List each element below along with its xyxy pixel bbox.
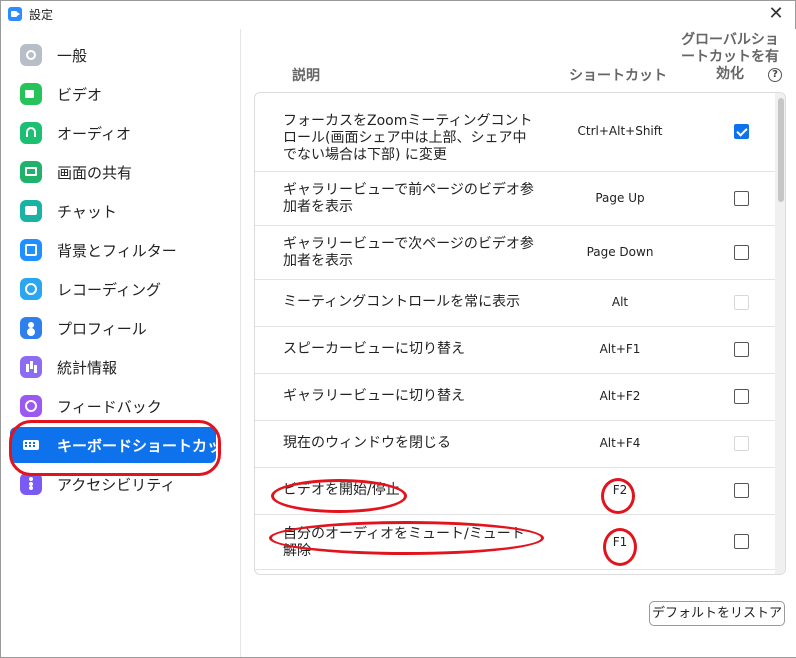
sidebar-item-chat[interactable]: チャット [10, 193, 216, 229]
shortcut-keys: Alt+F1 [599, 342, 641, 356]
profile-icon [20, 317, 42, 339]
global-checkbox [734, 295, 749, 310]
shortcut-keys: Ctrl+Alt+Shift [577, 124, 663, 138]
sidebar-item-accessibility[interactable]: アクセシビリティ [10, 466, 216, 502]
shortcut-description: 現在のウィンドウを閉じる [283, 435, 451, 451]
table-row: 現在のウィンドウを閉じる Alt+F4 [255, 421, 775, 468]
sidebar-item-label: キーボードショートカット [57, 436, 238, 455]
global-checkbox[interactable] [734, 534, 749, 549]
shortcut-keys: Page Down [586, 245, 654, 259]
column-header-enable-global: グローバルショートカットを有効化 [681, 32, 779, 82]
shortcut-description: ギャラリービューで次ページのビデオ参加者を表示 [283, 236, 534, 269]
global-checkbox[interactable] [734, 389, 749, 404]
shortcut-keys: Alt+F4 [599, 436, 641, 450]
sidebar-item-keyboard-shortcuts[interactable]: キーボードショートカット [10, 427, 237, 463]
table-scrollbar[interactable] [775, 93, 785, 574]
feedback-icon [20, 395, 42, 417]
table-row: ミーティングコントロールを常に表示 Alt [255, 280, 775, 327]
shortcut-keys: F1 [612, 535, 628, 549]
shortcut-keys: Page Up [595, 191, 645, 205]
sidebar-item-label: チャット [57, 202, 117, 221]
window-title: 設定 [29, 8, 54, 22]
shortcut-description: ビデオを開始/停止 [283, 482, 400, 498]
settings-window: 設定 ✕ 一般 ビデオ オーディオ 画面の共有 チャット 背景とフィルター レコ… [0, 0, 796, 658]
chat-icon [20, 200, 42, 222]
title-bar: 設定 ✕ [1, 1, 795, 28]
sidebar-item-feedback[interactable]: フィードバック [10, 388, 216, 424]
global-checkbox[interactable] [734, 191, 749, 206]
table-row: フォーカスをZoomミーティングコントロール(画面シェア中は上部、シェア中でない… [255, 93, 775, 172]
headphones-icon [20, 122, 42, 144]
zoom-app-icon [8, 7, 22, 21]
column-header-description: 説明 [292, 68, 320, 84]
sidebar-item-general[interactable]: 一般 [10, 37, 216, 73]
shortcuts-panel: 説明 ショートカット グローバルショートカットを有効化 ? フォーカスをZoom… [242, 29, 796, 657]
sidebar-item-label: 画面の共有 [57, 163, 133, 182]
gear-icon [20, 44, 42, 66]
keyboard-icon [20, 434, 42, 456]
table-row: 自分のオーディオをミュート/ミュート解除 F1 [255, 515, 775, 570]
close-button[interactable]: ✕ [765, 3, 787, 25]
scrollbar-thumb[interactable] [778, 98, 784, 202]
sidebar-item-share-screen[interactable]: 画面の共有 [10, 154, 216, 190]
global-checkbox [734, 436, 749, 451]
sidebar-item-profile[interactable]: プロフィール [10, 310, 216, 346]
record-icon [20, 278, 42, 300]
sidebar-item-label: 統計情報 [57, 358, 118, 377]
shortcut-keys: Alt+F2 [599, 389, 641, 403]
shortcut-description: 自分のオーディオをミュート/ミュート解除 [283, 526, 525, 559]
sidebar-item-label: 背景とフィルター [57, 241, 177, 260]
table-row: スピーカービューに切り替え Alt+F1 [255, 327, 775, 374]
global-checkbox[interactable] [734, 245, 749, 260]
sidebar-item-label: ビデオ [57, 85, 103, 104]
column-header-shortcut: ショートカット [569, 68, 667, 84]
accessibility-icon [20, 473, 42, 495]
sidebar-item-audio[interactable]: オーディオ [10, 115, 216, 151]
settings-sidebar: 一般 ビデオ オーディオ 画面の共有 チャット 背景とフィルター レコーディング [2, 29, 241, 657]
shortcut-description: ミーティングコントロールを常に表示 [283, 294, 521, 310]
sidebar-item-label: レコーディング [57, 280, 161, 299]
video-icon [20, 83, 42, 105]
shortcut-keys: Alt [611, 295, 629, 309]
shortcut-description: ギャラリービューで前ページのビデオ参加者を表示 [283, 182, 534, 215]
close-icon: ✕ [768, 3, 784, 24]
sidebar-item-background[interactable]: 背景とフィルター [10, 232, 216, 268]
share-screen-icon [20, 161, 42, 183]
global-checkbox[interactable] [734, 124, 749, 139]
shortcut-table: フォーカスをZoomミーティングコントロール(画面シェア中は上部、シェア中でない… [254, 92, 786, 575]
sidebar-item-label: プロフィール [57, 319, 147, 338]
stats-icon [20, 356, 42, 378]
sidebar-item-recording[interactable]: レコーディング [10, 271, 216, 307]
global-checkbox[interactable] [734, 342, 749, 357]
table-row: ギャラリービューで次ページのビデオ参加者を表示 Page Down [255, 226, 775, 280]
shortcut-description: フォーカスをZoomミーティングコントロール(画面シェア中は上部、シェア中でない… [283, 113, 533, 163]
table-row: ビデオを開始/停止 F2 [255, 468, 775, 515]
shortcut-description: ギャラリービューに切り替え [283, 388, 465, 404]
sidebar-item-label: オーディオ [57, 124, 131, 143]
help-icon[interactable]: ? [768, 68, 782, 82]
sidebar-item-label: フィードバック [57, 397, 162, 416]
global-checkbox[interactable] [734, 483, 749, 498]
shortcut-keys: F2 [612, 483, 628, 497]
sidebar-item-statistics[interactable]: 統計情報 [10, 349, 216, 385]
table-row: ギャラリービューで前ページのビデオ参加者を表示 Page Up [255, 172, 775, 226]
background-icon [20, 239, 42, 261]
sidebar-item-label: アクセシビリティ [57, 475, 176, 494]
sidebar-item-video[interactable]: ビデオ [10, 76, 216, 112]
sidebar-item-label: 一般 [57, 46, 88, 65]
restore-defaults-button[interactable]: デフォルトをリストア [649, 601, 785, 626]
shortcut-description: スピーカービューに切り替え [283, 341, 465, 357]
table-row: ギャラリービューに切り替え Alt+F2 [255, 374, 775, 421]
